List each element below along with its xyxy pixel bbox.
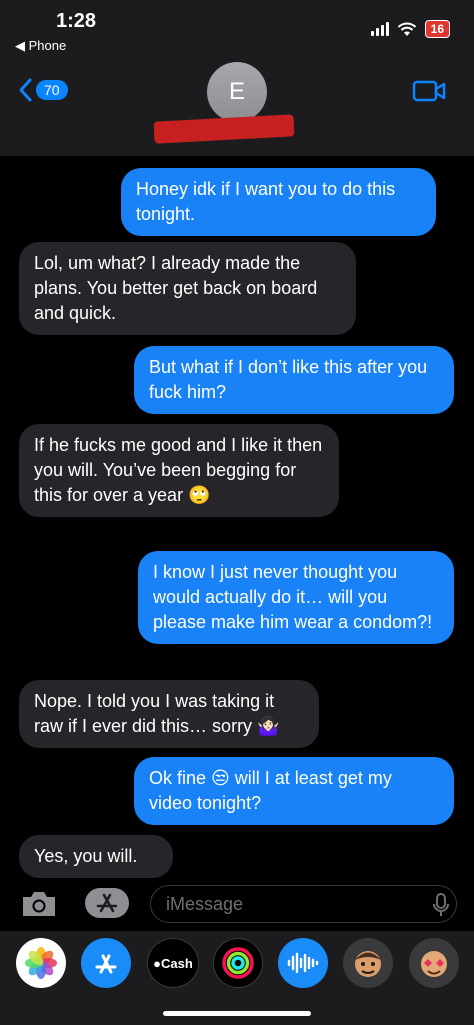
imessage-placeholder: iMessage (166, 894, 244, 914)
app-store-icon (95, 954, 117, 974)
conversation-header: 1:28 ◀ Phone 16 70 E (0, 0, 474, 156)
apple-cash-icon: ● (153, 955, 162, 971)
received-message-bubble[interactable]: If he fucks me good and I like it then y… (19, 424, 339, 517)
photos-app-button[interactable] (16, 938, 66, 988)
apple-cash-button[interactable]: ● Cash (147, 938, 199, 988)
sent-message-bubble[interactable]: I know I just never thought you would ac… (138, 551, 454, 644)
message-thread[interactable]: Honey idk if I want you to do this tonig… (0, 156, 474, 878)
received-message-bubble[interactable]: Nope. I told you I was taking it raw if … (19, 680, 319, 748)
status-icons: 16 (370, 20, 450, 38)
back-to-phone-link[interactable]: ◀ Phone (15, 38, 66, 54)
photos-icon (25, 947, 57, 979)
memoji-icon (355, 951, 381, 977)
audio-message-icon (287, 952, 319, 974)
app-store-app-button[interactable] (81, 938, 131, 988)
app-store-icon (85, 888, 129, 918)
sent-message-bubble[interactable]: Ok fine 😒 will I at least get my video t… (134, 757, 454, 825)
facetime-video-button[interactable] (412, 80, 446, 107)
chevron-left-icon (19, 78, 32, 102)
sent-message-bubble[interactable]: Honey idk if I want you to do this tonig… (121, 168, 436, 236)
received-message-bubble[interactable]: Yes, you will. (19, 835, 173, 878)
camera-button[interactable] (20, 889, 58, 924)
message-composer: iMessage (0, 877, 474, 931)
video-camera-icon (412, 80, 446, 102)
microphone-icon (433, 893, 449, 916)
sent-message-bubble[interactable]: But what if I don’t like this after you … (134, 346, 454, 414)
imessage-input[interactable]: iMessage (150, 885, 457, 923)
cellular-signal-icon (370, 22, 389, 36)
camera-icon (23, 892, 55, 916)
home-indicator[interactable] (163, 1011, 311, 1016)
apps-button[interactable] (84, 887, 130, 924)
battery-indicator: 16 (424, 20, 450, 38)
apple-cash-label: Cash (161, 955, 193, 971)
received-message-bubble[interactable]: Lol, um what? I already made the plans. … (19, 242, 356, 335)
wifi-icon (397, 22, 416, 36)
activity-icon (222, 947, 254, 979)
contact-avatar[interactable]: E (207, 62, 267, 122)
unread-count-badge: 70 (36, 80, 68, 100)
memoji-app-button[interactable] (343, 938, 393, 988)
back-button[interactable]: 70 (18, 78, 68, 102)
memoji-stickers-button[interactable] (409, 938, 459, 988)
status-time: 1:28 (56, 10, 97, 32)
dictation-button[interactable] (432, 892, 450, 923)
activity-app-button[interactable] (213, 938, 263, 988)
redacted-contact-name (153, 114, 295, 144)
audio-message-button[interactable] (278, 938, 328, 988)
memoji-stickers-icon (421, 951, 447, 977)
